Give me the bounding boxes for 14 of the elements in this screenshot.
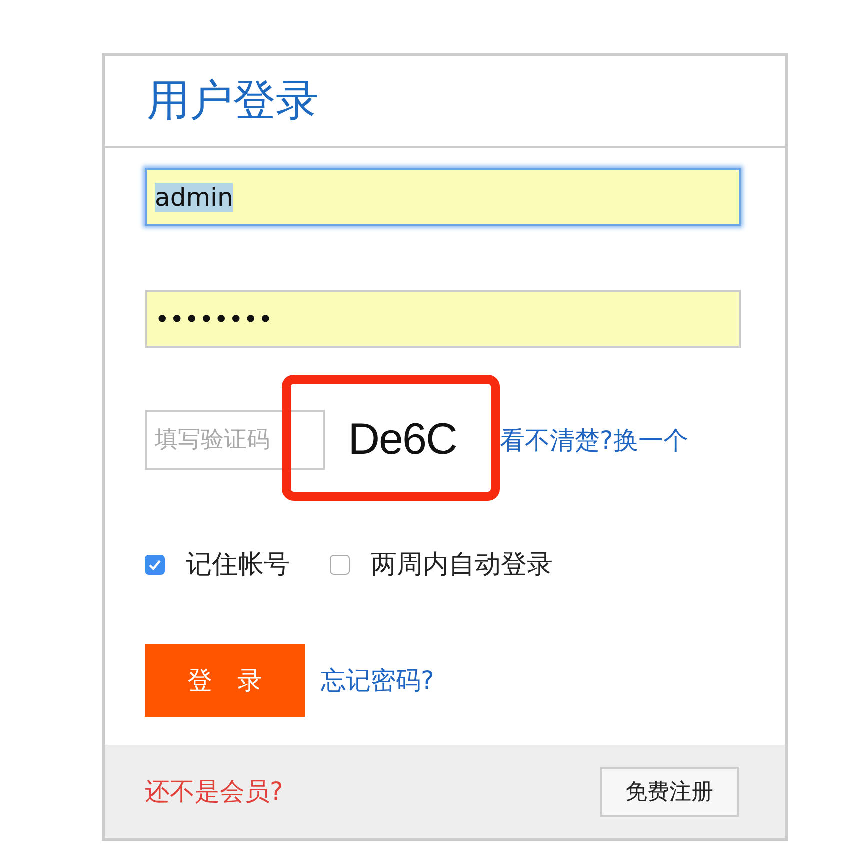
captcha-image[interactable]: De6C bbox=[325, 410, 480, 470]
checkbox[interactable] bbox=[330, 554, 350, 574]
register-button[interactable]: 免费注册 bbox=[600, 766, 739, 816]
checkbox-label: 两周内自动登录 bbox=[371, 549, 553, 582]
captcha-field[interactable]: 填写验证码 bbox=[145, 410, 325, 470]
checkmark-icon bbox=[148, 558, 162, 572]
password-field[interactable]: •••••••• bbox=[145, 290, 741, 348]
member-prompt: 还不是会员? bbox=[145, 776, 284, 808]
refresh-captcha-link[interactable]: 看不清楚?换一个 bbox=[500, 424, 688, 456]
username-field[interactable]: admin bbox=[145, 168, 741, 226]
checkbox-label: 记住帐号 bbox=[186, 549, 290, 582]
checkbox[interactable] bbox=[145, 554, 165, 574]
forgot-password-link[interactable]: 忘记密码? bbox=[321, 664, 434, 697]
login-title: 用户登录 bbox=[147, 75, 319, 128]
